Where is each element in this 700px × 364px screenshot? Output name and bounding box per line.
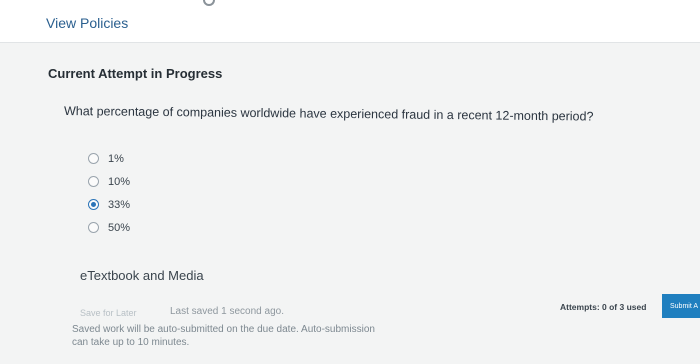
option-label: 10% — [108, 175, 131, 188]
attempts-counter: Attempts: 0 of 3 used — [560, 302, 647, 312]
radio-button[interactable] — [88, 176, 99, 187]
radio-button-selected[interactable] — [88, 199, 99, 210]
option-50-percent[interactable]: 50% — [88, 216, 130, 239]
top-bar: View Policies — [0, 0, 700, 42]
refresh-icon[interactable] — [203, 0, 215, 6]
option-10-percent[interactable]: 10% — [88, 170, 130, 193]
divider — [0, 42, 700, 43]
radio-button[interactable] — [88, 153, 99, 164]
option-label: 50% — [108, 221, 131, 234]
etextbook-link[interactable]: eTextbook and Media — [80, 268, 204, 283]
submit-answer-button[interactable]: Submit A — [662, 294, 700, 318]
save-for-later-button[interactable]: Save for Later — [80, 308, 137, 318]
option-label: 1% — [108, 152, 124, 165]
radio-button[interactable] — [88, 222, 99, 233]
view-policies-link[interactable]: View Policies — [46, 15, 128, 31]
auto-submit-note: Saved work will be auto-submitted on the… — [72, 324, 375, 348]
option-33-percent[interactable]: 33% — [88, 193, 130, 216]
option-1-percent[interactable]: 1% — [88, 147, 130, 170]
last-saved-status: Last saved 1 second ago. — [170, 306, 284, 317]
attempt-status-title: Current Attempt in Progress — [48, 66, 223, 81]
question-text: What percentage of companies worldwide h… — [63, 104, 594, 124]
option-label: 33% — [108, 198, 131, 211]
answer-options: 1% 10% 33% 50% — [88, 147, 130, 239]
